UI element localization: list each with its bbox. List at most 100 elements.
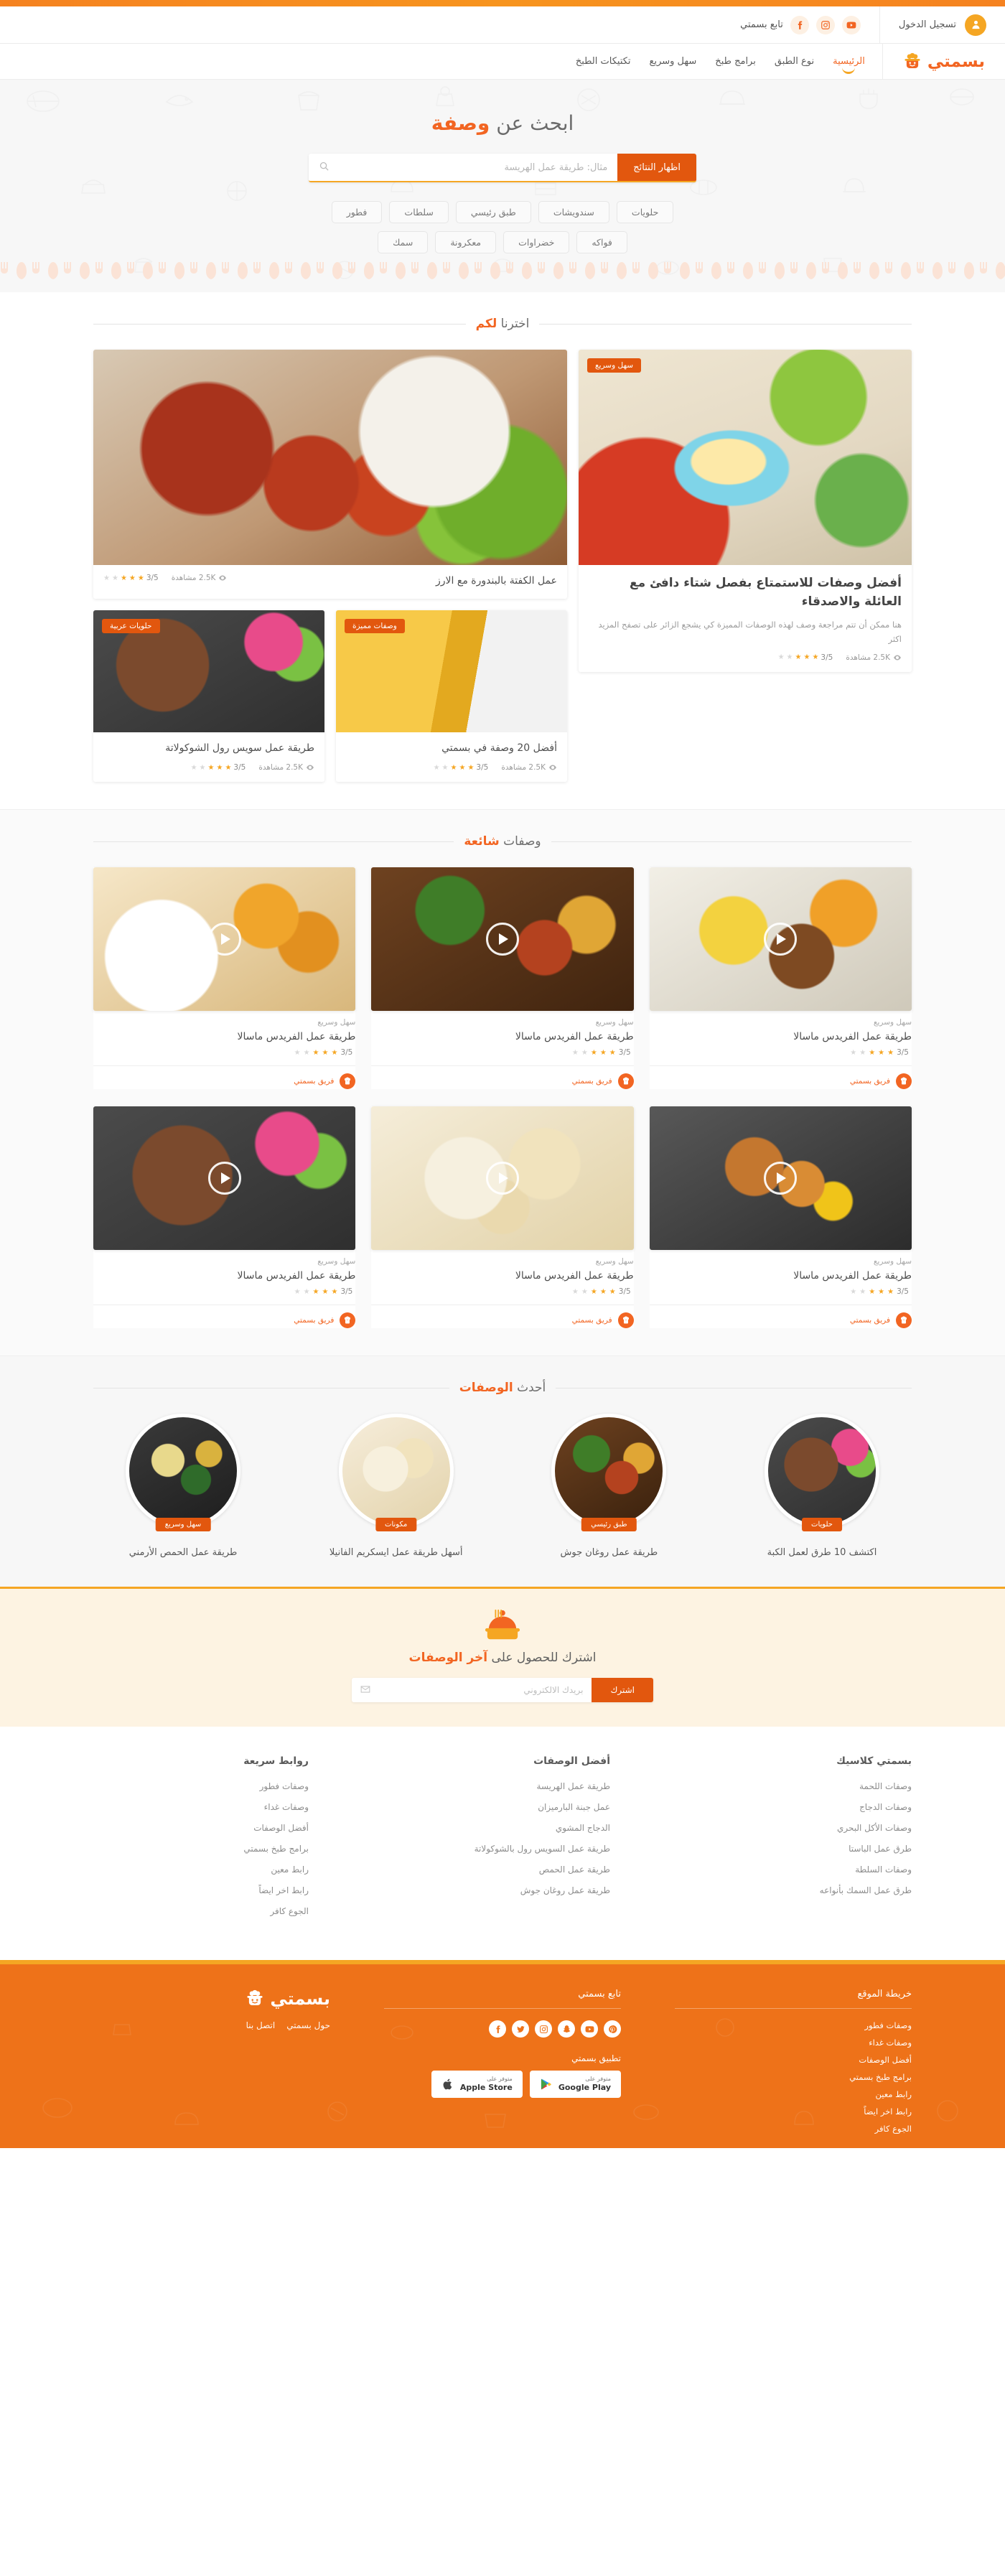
- recipe-image-wrap[interactable]: [649, 867, 912, 1011]
- recipe-card[interactable]: سهل وسريع طريقة عمل الفريدس ماسالا 3/5 ★…: [93, 867, 356, 1089]
- footer-link[interactable]: وصفات السلطة: [696, 1865, 912, 1875]
- footer-link-columns: بسمتي كلاسيك وصفات اللحمة وصفات الدجاج و…: [93, 1727, 912, 1960]
- play-icon[interactable]: [486, 1162, 519, 1195]
- search-input[interactable]: [335, 162, 608, 173]
- footer-link[interactable]: أفضل الوصفات: [93, 1823, 309, 1833]
- tag-sweets[interactable]: حلويات: [616, 201, 674, 223]
- footer-link[interactable]: رابط معين: [93, 1865, 309, 1875]
- star-icon: ★: [199, 763, 206, 772]
- nav-item-easy-quick[interactable]: سهل وسريع: [650, 46, 697, 77]
- featured-side-card[interactable]: سهل وسريع أفضل وصفات للاستمتاع بفصل شتاء…: [579, 350, 912, 782]
- footer-link[interactable]: طريقة عمل السويس رول بالشوكولاتة: [395, 1844, 610, 1854]
- star-icon: ★: [303, 1287, 310, 1296]
- footer-link[interactable]: رابط اخر ايضاً: [675, 2106, 912, 2117]
- nav-item-cooking-tactics[interactable]: تكتيكات الطبخ: [576, 46, 631, 77]
- play-icon[interactable]: [764, 923, 798, 956]
- tag-main-dish[interactable]: طبق رئيسي: [455, 201, 531, 223]
- recipe-image-wrap[interactable]: [371, 867, 634, 1011]
- recipe-card[interactable]: سهل وسريع طريقة عمل الفريدس ماسالا 3/5 ★…: [649, 1106, 912, 1328]
- twitter-icon[interactable]: [512, 2020, 529, 2038]
- play-icon[interactable]: [207, 1162, 241, 1195]
- instagram-icon[interactable]: [815, 15, 835, 34]
- footer-link[interactable]: الدجاج المشوي: [395, 1823, 610, 1833]
- recipe-image-wrap[interactable]: [93, 1106, 356, 1250]
- email-field[interactable]: [375, 1685, 584, 1695]
- views-count: 2.5K مشاهدة: [846, 653, 902, 662]
- footer-link[interactable]: طريقة عمل روغان جوش: [395, 1885, 610, 1895]
- card[interactable]: حلويات عربية طريقة عمل سويس رول الشوكولا…: [93, 610, 324, 782]
- popular-recipes-grid: سهل وسريع طريقة عمل الفريدس ماسالا 3/5 ★…: [93, 867, 912, 1328]
- brand-logo-link[interactable]: بسمتي: [882, 44, 1005, 79]
- star-icon: ★: [303, 1048, 310, 1057]
- footer-link[interactable]: عمل جبنة البارميزان: [395, 1802, 610, 1812]
- play-icon[interactable]: [207, 923, 241, 956]
- footer-link-about[interactable]: حول بسمتي: [286, 2020, 330, 2030]
- recipe-image-wrap[interactable]: [649, 1106, 912, 1250]
- footer-link[interactable]: وصفات فطور: [675, 2020, 912, 2030]
- footer-link[interactable]: رابط معين: [675, 2089, 912, 2099]
- youtube-icon[interactable]: [581, 2020, 598, 2038]
- nav-item-dish-type[interactable]: نوع الطبق: [775, 46, 814, 77]
- play-icon[interactable]: [486, 923, 519, 956]
- nav-item-cooking-shows[interactable]: برامج طبخ: [715, 46, 756, 77]
- footer-link[interactable]: الجوع كافر: [675, 2124, 912, 2134]
- footer-link[interactable]: طرق عمل السمك بأنواعه: [696, 1885, 912, 1895]
- card-image: [93, 350, 567, 565]
- footer-link[interactable]: طريقة عمل الحمص: [395, 1865, 610, 1875]
- footer-link[interactable]: رابط اخر ايضاً: [93, 1885, 309, 1895]
- nav-item-home[interactable]: الرئيسية: [833, 46, 865, 77]
- recipe-card[interactable]: سهل وسريع طريقة عمل الفريدس ماسالا 3/5 ★…: [93, 1106, 356, 1328]
- star-icon: ★: [322, 1048, 329, 1057]
- play-icon[interactable]: [764, 1162, 798, 1195]
- rating-stars: 3/5 ★ ★ ★ ★ ★: [93, 1048, 355, 1057]
- latest-recipe-item[interactable]: طبق رئيسي طريقة عمل روغان جوش: [519, 1414, 698, 1558]
- youtube-icon[interactable]: [841, 15, 861, 34]
- show-results-button[interactable]: اظهار النتائج: [617, 154, 696, 181]
- google-play-badge[interactable]: متوفر على Google Play: [529, 2071, 621, 2098]
- utility-bar: تسجيل الدخول تابع بسمتي: [0, 6, 1005, 44]
- latest-recipe-item[interactable]: حلويات اكتشف 10 طرق لعمل الكبة: [732, 1414, 912, 1558]
- snapchat-icon[interactable]: [558, 2020, 575, 2038]
- footer-link[interactable]: برامج طبخ بسمتي: [675, 2072, 912, 2082]
- login-button[interactable]: تسجيل الدخول: [879, 6, 1005, 43]
- pinterest-icon[interactable]: [604, 2020, 621, 2038]
- chosen-for-you-section: اخترنا لكم سهل وسريع أفضل وصفات للاستمتا…: [0, 292, 1005, 809]
- recipe-card[interactable]: سهل وسريع طريقة عمل الفريدس ماسالا 3/5 ★…: [371, 867, 634, 1089]
- footer-link-contact[interactable]: اتصل بنا: [246, 2020, 276, 2030]
- tag-breakfast[interactable]: فطور: [331, 201, 383, 223]
- tag-vegetables[interactable]: خضراوات: [503, 231, 570, 253]
- footer-link[interactable]: وصفات اللحمة: [696, 1781, 912, 1791]
- recipe-image-wrap[interactable]: [371, 1106, 634, 1250]
- apple-store-badge[interactable]: متوفر على Apple Store: [431, 2071, 523, 2098]
- recipe-card[interactable]: سهل وسريع طريقة عمل الفريدس ماسالا 3/5 ★…: [371, 1106, 634, 1328]
- footer-link[interactable]: وصفات غداء: [93, 1802, 309, 1812]
- rating-stars: 3/5 ★ ★ ★ ★ ★: [778, 653, 836, 662]
- footer-link[interactable]: الجوع كافر: [93, 1906, 309, 1916]
- facebook-icon[interactable]: [489, 2020, 506, 2038]
- featured-main-card[interactable]: 2.5K مشاهدة 3/5 ★ ★ ★ ★ ★ عمل الكفتة بال…: [93, 350, 567, 599]
- tag-fruits[interactable]: فواكه: [576, 231, 627, 253]
- instagram-icon[interactable]: [535, 2020, 552, 2038]
- card[interactable]: سهل وسريع أفضل وصفات للاستمتاع بفصل شتاء…: [579, 350, 912, 672]
- recipe-author: فريق بسمتي: [371, 1305, 634, 1328]
- subscribe-button[interactable]: اشترك: [592, 1678, 653, 1702]
- recipe-image-wrap[interactable]: [93, 867, 356, 1011]
- latest-recipe-item[interactable]: سهل وسريع طريقة عمل الحمص الأرمني: [93, 1414, 273, 1558]
- footer-link[interactable]: طرق عمل الباستا: [696, 1844, 912, 1854]
- tag-sandwiches[interactable]: سندويشات: [538, 201, 609, 223]
- latest-recipe-item[interactable]: مكونات أسهل طريقة عمل ايسكريم الفانيلا: [307, 1414, 486, 1558]
- tag-salads[interactable]: سلطات: [389, 201, 449, 223]
- card[interactable]: وصفات مميزة أفضل 20 وصفة في بسمتي 2.5K م…: [336, 610, 567, 782]
- footer-brand[interactable]: بسمتي: [93, 1989, 330, 2009]
- recipe-card[interactable]: سهل وسريع طريقة عمل الفريدس ماسالا 3/5 ★…: [649, 867, 912, 1089]
- footer-link[interactable]: وصفات الدجاج: [696, 1802, 912, 1812]
- footer-link[interactable]: طريقة عمل الهريسة: [395, 1781, 610, 1791]
- footer-link[interactable]: برامج طبخ بسمتي: [93, 1844, 309, 1854]
- footer-link[interactable]: وصفات فطور: [93, 1781, 309, 1791]
- facebook-icon[interactable]: [790, 15, 809, 34]
- tag-fish[interactable]: سمك: [378, 231, 429, 253]
- footer-link[interactable]: وصفات غداء: [675, 2038, 912, 2048]
- footer-link[interactable]: أفضل الوصفات: [675, 2055, 912, 2065]
- footer-link[interactable]: وصفات الأكل البحري: [696, 1823, 912, 1833]
- tag-pasta[interactable]: معكرونة: [435, 231, 497, 253]
